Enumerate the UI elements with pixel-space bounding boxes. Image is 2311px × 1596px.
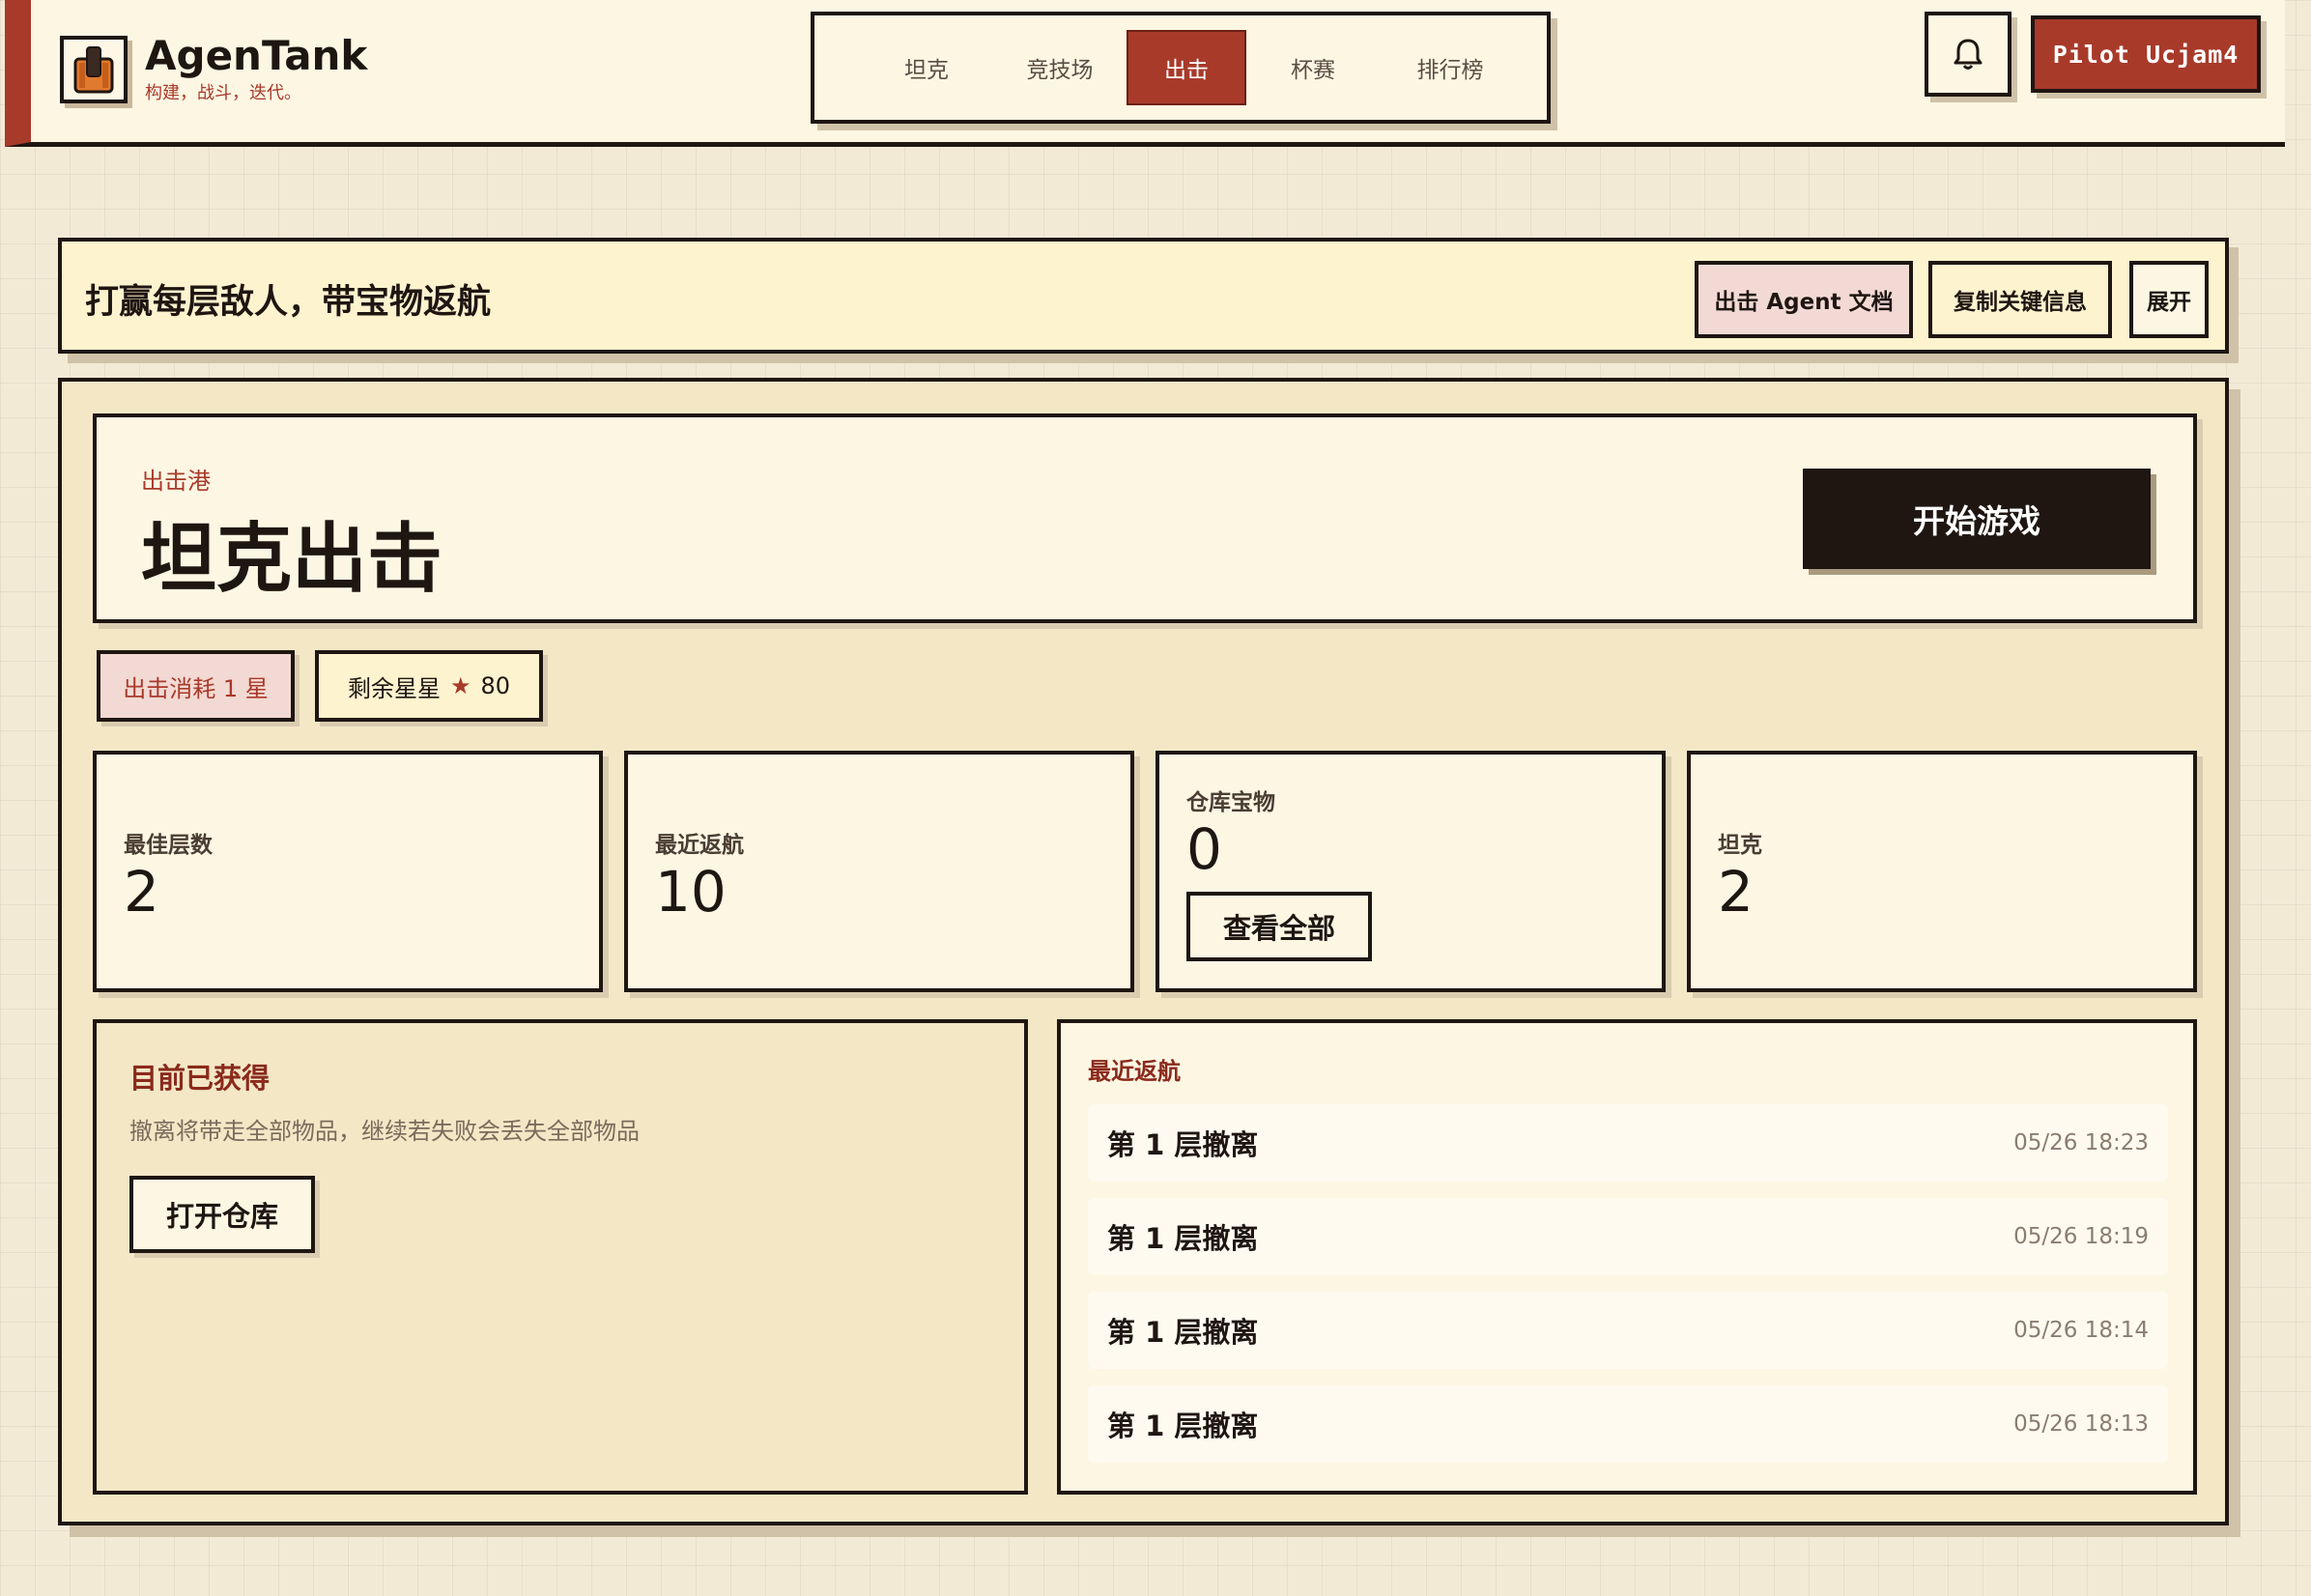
nav-cup[interactable]: 杯赛 <box>1253 30 1373 105</box>
stat-label: 最近返航 <box>655 833 744 858</box>
nav-leaderboard[interactable]: 排行榜 <box>1390 30 1510 105</box>
pilot-profile-button[interactable]: Pilot Ucjam4 <box>2031 15 2261 93</box>
expand-button[interactable]: 展开 <box>2129 261 2209 338</box>
return-time: 05/26 18:23 <box>2013 1130 2149 1155</box>
nav-sortie[interactable]: 出击 <box>1127 30 1246 105</box>
return-time: 05/26 18:13 <box>2013 1411 2149 1437</box>
stars-value: 80 <box>480 672 511 699</box>
top-header: AgenTank 构建，战斗，迭代。 坦克 竞技场 出击 杯赛 排行榜 Pilo… <box>5 0 2285 147</box>
stat-vault-treasure: 仓库宝物 0 查看全部 <box>1156 751 1666 992</box>
nav-tanks[interactable]: 坦克 <box>867 30 986 105</box>
gained-title: 目前已获得 <box>129 1062 271 1095</box>
star-icon: ★ <box>449 672 471 699</box>
brand-name: AgenTank <box>145 32 368 79</box>
hero-eyebrow: 出击港 <box>141 468 211 495</box>
page-title: 坦克出击 <box>141 516 443 603</box>
recent-returns-title: 最近返航 <box>1088 1058 1181 1085</box>
copy-info-button[interactable]: 复制关键信息 <box>1928 261 2112 338</box>
gained-loot-card: 目前已获得 撤离将带走全部物品，继续若失败会丢失全部物品 打开仓库 <box>93 1019 1028 1495</box>
return-label: 第 1 层撤离 <box>1107 1410 1259 1442</box>
stat-value: 10 <box>655 859 727 925</box>
sortie-hero: 出击港 坦克出击 开始游戏 <box>93 413 2197 623</box>
sortie-cost-text: 出击消耗 1 星 <box>123 674 269 702</box>
stat-value: 0 <box>1186 816 1222 882</box>
brand[interactable]: AgenTank 构建，战斗，迭代。 <box>60 35 367 104</box>
stat-value: 2 <box>1718 859 1754 925</box>
nav-arena[interactable]: 竞技场 <box>1000 30 1120 105</box>
list-item[interactable]: 第 1 层撤离 05/26 18:19 <box>1088 1198 2168 1275</box>
stat-tanks: 坦克 2 <box>1687 751 2197 992</box>
stars-label: 剩余星星 <box>347 674 441 702</box>
return-label: 第 1 层撤离 <box>1107 1128 1259 1161</box>
mission-bar: 打赢每层敌人，带宝物返航 出击 Agent 文档 复制关键信息 展开 <box>58 238 2229 354</box>
list-item[interactable]: 第 1 层撤离 05/26 18:14 <box>1088 1292 2168 1369</box>
stat-value: 2 <box>124 859 159 925</box>
mission-title: 打赢每层敌人，带宝物返航 <box>85 283 492 322</box>
stat-label: 坦克 <box>1718 833 1762 858</box>
sortie-cost-badge: 出击消耗 1 星 <box>97 650 295 722</box>
stat-label: 最佳层数 <box>124 833 213 858</box>
main-nav: 坦克 竞技场 出击 杯赛 排行榜 <box>811 12 1551 124</box>
stat-recent-return: 最近返航 10 <box>624 751 1134 992</box>
list-item[interactable]: 第 1 层撤离 05/26 18:23 <box>1088 1104 2168 1182</box>
recent-returns-card: 最近返航 第 1 层撤离 05/26 18:23 第 1 层撤离 05/26 1… <box>1057 1019 2197 1495</box>
stat-label: 仓库宝物 <box>1186 790 1275 815</box>
return-label: 第 1 层撤离 <box>1107 1222 1259 1255</box>
stat-best-floor: 最佳层数 2 <box>93 751 603 992</box>
notification-button[interactable] <box>1925 12 2011 97</box>
start-game-button[interactable]: 开始游戏 <box>1803 469 2151 569</box>
view-all-button[interactable]: 查看全部 <box>1186 892 1372 961</box>
tank-logo-icon <box>60 36 128 103</box>
return-time: 05/26 18:14 <box>2013 1318 2149 1343</box>
list-item[interactable]: 第 1 层撤离 05/26 18:13 <box>1088 1385 2168 1463</box>
gained-description: 撤离将带走全部物品，继续若失败会丢失全部物品 <box>129 1118 640 1145</box>
bell-icon <box>1954 39 1983 70</box>
brand-tagline: 构建，战斗，迭代。 <box>145 83 301 103</box>
open-vault-button[interactable]: 打开仓库 <box>129 1176 315 1253</box>
sortie-panel: 出击港 坦克出击 开始游戏 出击消耗 1 星 剩余星星 ★ 80 最佳层数 2 … <box>58 378 2229 1525</box>
remaining-stars-badge: 剩余星星 ★ 80 <box>315 650 543 722</box>
return-time: 05/26 18:19 <box>2013 1224 2149 1249</box>
agent-docs-button[interactable]: 出击 Agent 文档 <box>1695 261 1913 338</box>
return-label: 第 1 层撤离 <box>1107 1316 1259 1349</box>
